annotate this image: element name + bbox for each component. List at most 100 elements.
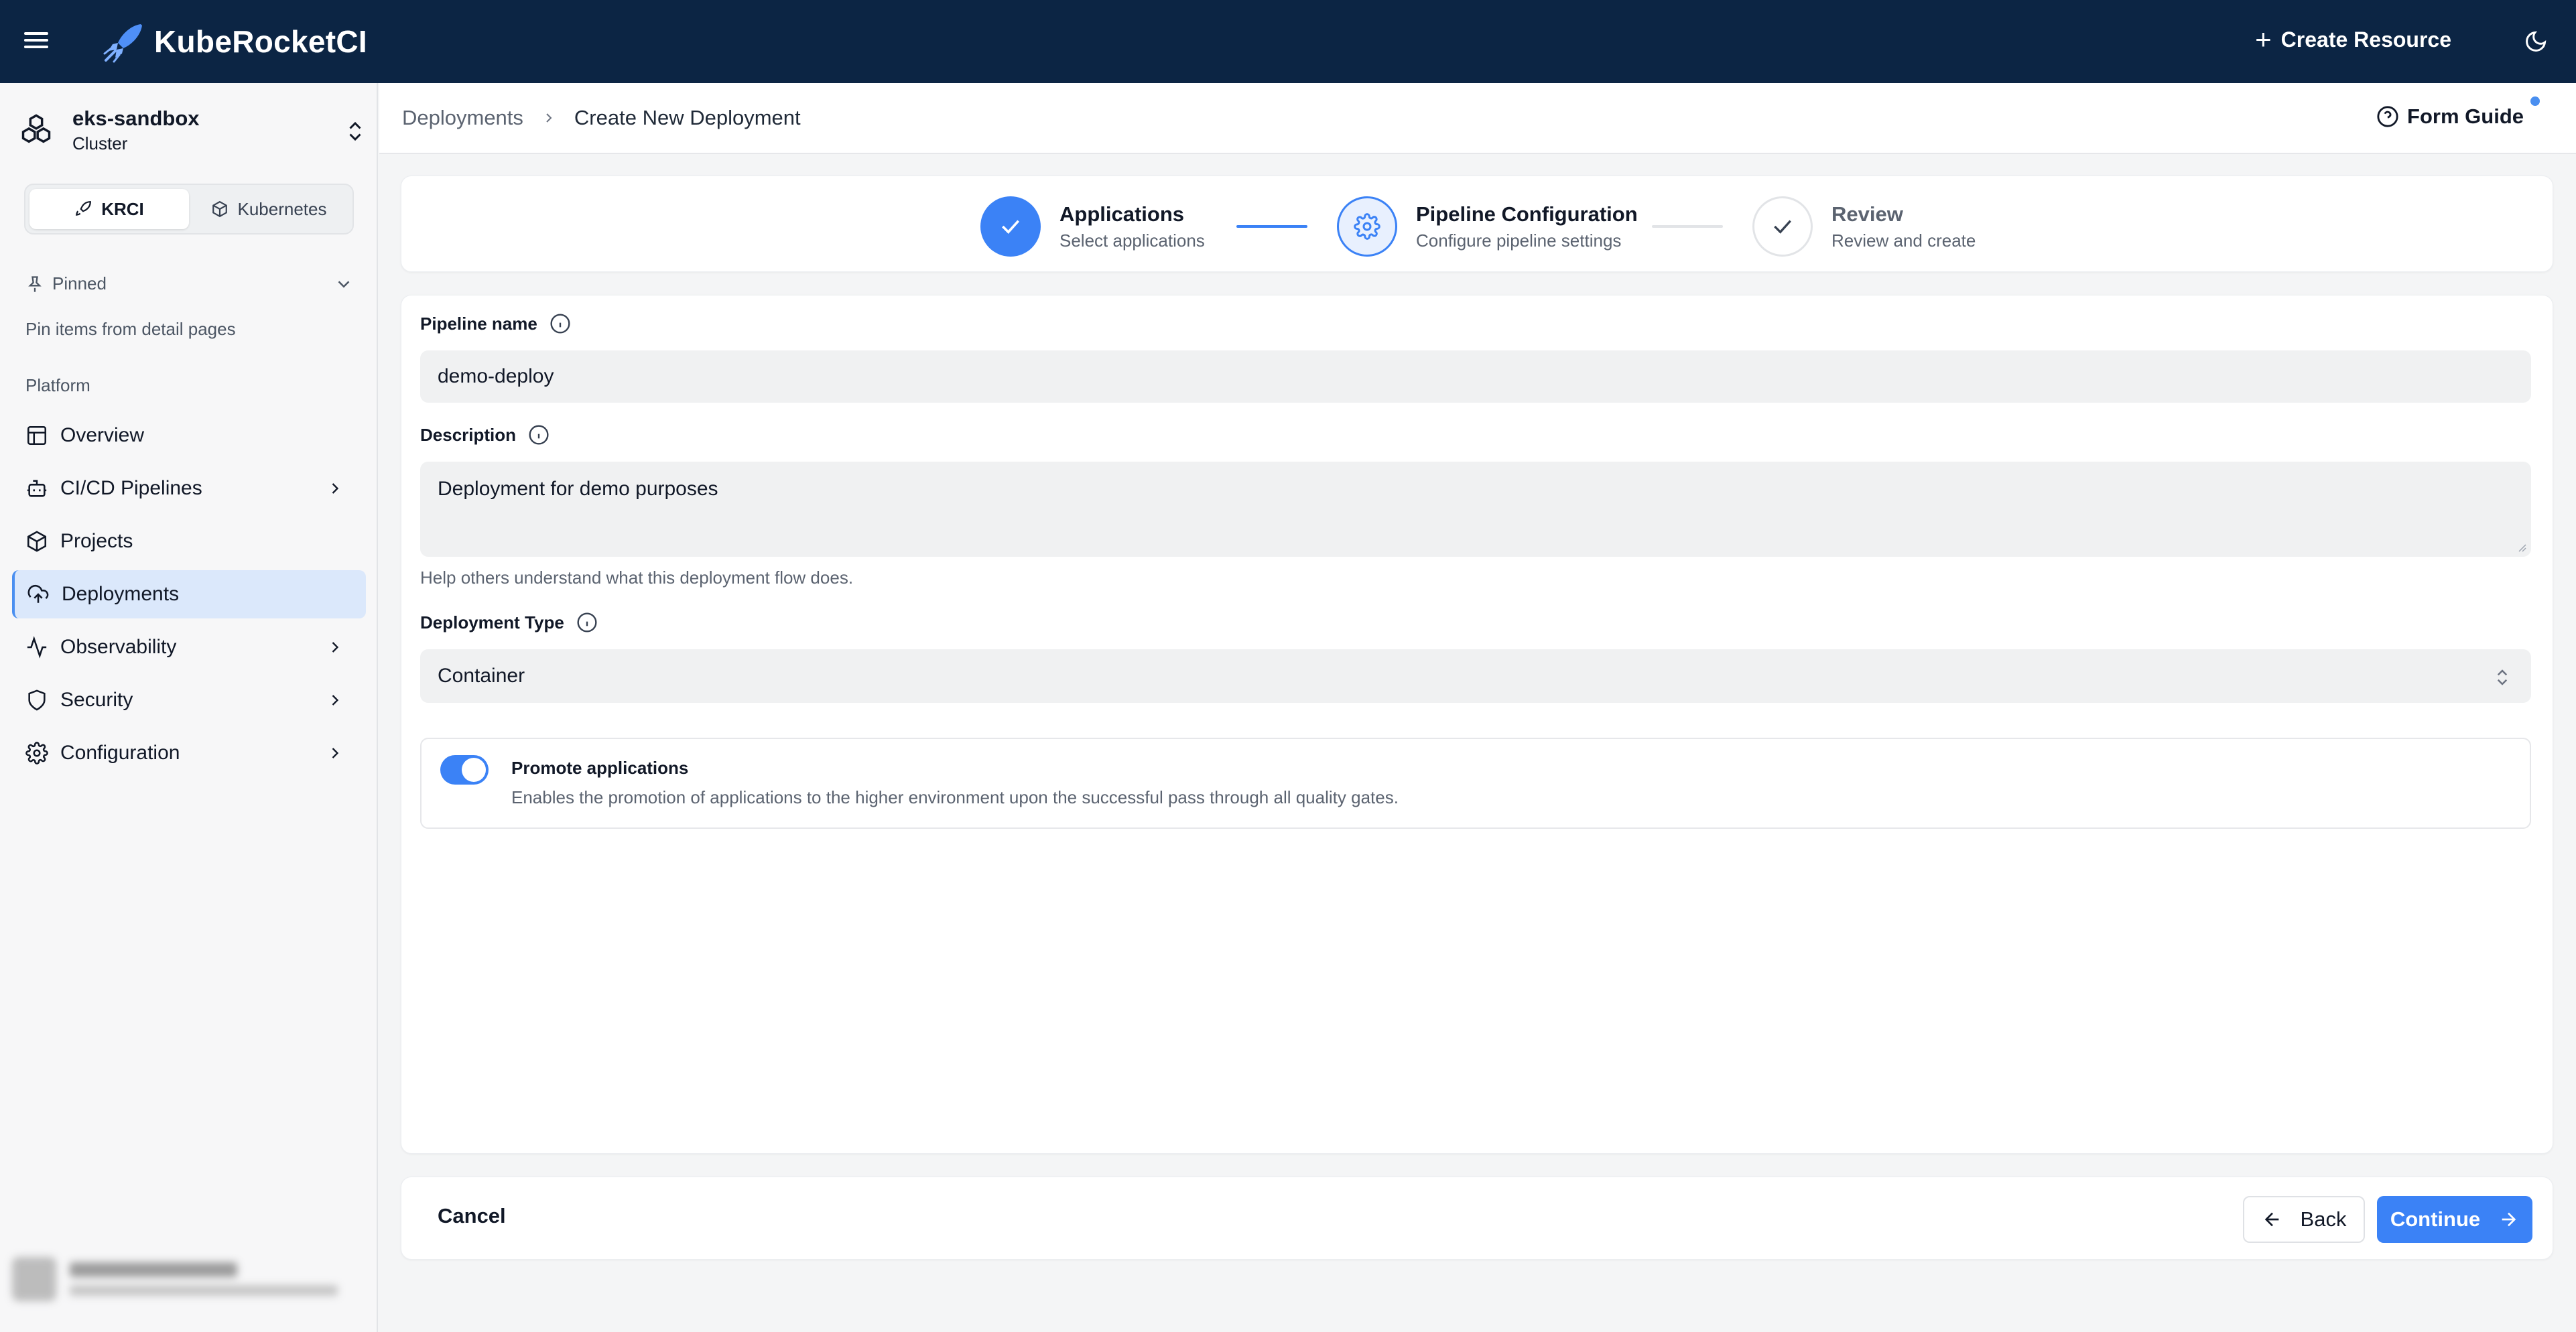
step-title: Pipeline Configuration	[1416, 202, 1638, 226]
promote-applications-card: Promote applications Enables the promoti…	[420, 738, 2531, 829]
gear-icon	[1354, 213, 1380, 240]
promote-applications-description: Enables the promotion of applications to…	[511, 787, 1399, 807]
sidebar-item-configuration[interactable]: Configuration	[12, 729, 366, 777]
pipeline-name-value: demo-deploy	[438, 365, 554, 387]
box-icon	[27, 531, 47, 552]
promote-applications-toggle[interactable]	[440, 755, 489, 785]
shield-icon	[28, 689, 46, 711]
description-help-text: Help others understand what this deploym…	[420, 568, 854, 588]
breadcrumb-current: Create New Deployment	[574, 106, 801, 129]
step-review[interactable]: Review Review and create	[1752, 196, 1976, 257]
step-active-indicator	[1337, 196, 1397, 257]
deployment-type-value: Container	[438, 665, 525, 687]
bot-icon	[27, 480, 47, 497]
sidebar-item-label: Overview	[60, 424, 145, 446]
pipeline-name-input[interactable]: demo-deploy	[420, 350, 2531, 403]
sidebar-item-overview[interactable]: Overview	[12, 411, 366, 460]
app-logo[interactable]: KubeRocketCI	[102, 20, 367, 63]
back-button[interactable]: Back	[2243, 1196, 2365, 1243]
arrow-right-icon	[2502, 1212, 2516, 1227]
cancel-button[interactable]: Cancel	[438, 1204, 506, 1228]
check-icon	[1774, 220, 1791, 234]
info-icon[interactable]	[576, 612, 598, 633]
resize-grip-icon[interactable]	[2514, 539, 2527, 553]
back-button-label: Back	[2300, 1207, 2347, 1231]
plus-icon: +	[2255, 23, 2272, 55]
sidebar-nav: Overview CI/CD Pipelines Projects Deploy…	[12, 411, 366, 782]
sidebar-item-label: Projects	[60, 530, 133, 552]
layout-icon	[27, 425, 47, 446]
step-subtitle: Review and create	[1831, 230, 1976, 251]
notification-dot	[2530, 96, 2540, 106]
chevron-right-icon	[332, 642, 339, 653]
pinned-section-toggle[interactable]: Pinned	[25, 273, 354, 294]
breadcrumb: Deployments Create New Deployment	[402, 106, 801, 130]
pipeline-name-label: Pipeline name	[420, 313, 571, 334]
help-circle-icon	[2377, 106, 2398, 127]
chevron-down-icon	[338, 280, 350, 288]
pipeline-config-form: Pipeline name demo-deploy Description De…	[401, 295, 2553, 1154]
description-value: Deployment for demo purposes	[438, 478, 718, 500]
pinned-label: Pinned	[52, 273, 107, 293]
pipeline-name-label-text: Pipeline name	[420, 313, 537, 334]
sidebar-item-projects[interactable]: Projects	[12, 517, 366, 565]
step-applications[interactable]: Applications Select applications	[980, 196, 1205, 257]
app-name: KubeRocketCI	[154, 24, 367, 59]
cluster-switcher[interactable]: eks-sandbox Cluster	[19, 103, 367, 157]
description-label-text: Description	[420, 424, 517, 445]
segment-krci[interactable]: KRCI	[29, 189, 189, 229]
hamburger-menu-icon[interactable]	[24, 28, 51, 55]
chevron-right-icon	[546, 113, 552, 123]
stepper: Applications Select applications Pipelin…	[401, 176, 2553, 272]
step-subtitle: Configure pipeline settings	[1416, 230, 1622, 251]
continue-button[interactable]: Continue	[2377, 1196, 2532, 1243]
promote-applications-title: Promote applications	[511, 758, 689, 778]
avatar	[12, 1257, 56, 1301]
create-resource-label: Create Resource	[2280, 27, 2451, 52]
sidebar-item-label: Observability	[60, 636, 177, 658]
form-guide-label: Form Guide	[2407, 105, 2524, 128]
sidebar-item-cicd-pipelines[interactable]: CI/CD Pipelines	[12, 464, 366, 513]
sidebar: eks-sandbox Cluster KRCI Kubernetes Pinn…	[0, 83, 378, 1332]
cluster-name: eks-sandbox	[72, 106, 200, 130]
activity-icon	[27, 636, 47, 659]
sidebar-item-deployments[interactable]: Deployments	[12, 570, 366, 618]
step-completed-indicator	[980, 196, 1041, 257]
rocket-logo-icon	[103, 24, 142, 63]
step-pipeline-configuration[interactable]: Pipeline Configuration Configure pipelin…	[1337, 196, 1638, 257]
moon-icon[interactable]	[2524, 29, 2548, 54]
create-resource-button[interactable]: + Create Resource	[2255, 25, 2451, 54]
form-guide-button[interactable]: Form Guide	[2376, 105, 2524, 129]
pin-icon	[28, 275, 42, 292]
user-email-placeholder	[70, 1285, 338, 1296]
gear-icon	[25, 742, 48, 764]
chevron-right-icon	[332, 483, 339, 494]
cluster-type: Cluster	[72, 133, 128, 153]
pinned-hint: Pin items from detail pages	[25, 319, 236, 339]
page-header: Deployments Create New Deployment Form G…	[379, 83, 2576, 154]
user-profile-blurred[interactable]	[12, 1249, 366, 1309]
user-name-placeholder	[70, 1262, 237, 1277]
step-subtitle: Select applications	[1059, 230, 1205, 251]
info-icon[interactable]	[528, 424, 550, 446]
description-label: Description	[420, 424, 550, 446]
chevron-right-icon	[332, 748, 339, 758]
step-title: Applications	[1059, 202, 1185, 226]
form-footer: Cancel Back Continue	[401, 1177, 2553, 1260]
description-textarea[interactable]: Deployment for demo purposes	[420, 462, 2531, 557]
sidebar-item-observability[interactable]: Observability	[12, 623, 366, 671]
cluster-icon	[21, 114, 51, 143]
info-icon[interactable]	[550, 313, 571, 334]
rocket-icon	[76, 201, 92, 216]
segment-krci-label: KRCI	[101, 198, 144, 219]
segment-kubernetes[interactable]: Kubernetes	[189, 189, 348, 229]
deployment-type-select[interactable]: Container	[420, 649, 2531, 703]
sidebar-item-label: Configuration	[60, 742, 180, 764]
step-connector-pending	[1652, 225, 1723, 228]
cube-icon	[212, 200, 227, 218]
step-upcoming-indicator	[1752, 196, 1813, 257]
breadcrumb-deployments-link[interactable]: Deployments	[402, 106, 523, 130]
sidebar-item-security[interactable]: Security	[12, 676, 366, 724]
toggle-knob	[462, 758, 486, 782]
deployment-type-label: Deployment Type	[420, 612, 598, 633]
